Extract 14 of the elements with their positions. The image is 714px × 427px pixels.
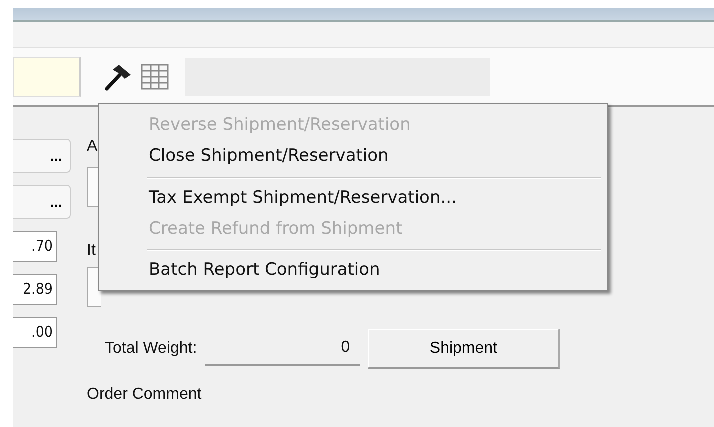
field-label: A: [87, 137, 98, 157]
total-weight-label: Total Weight:: [105, 339, 198, 359]
browse-button[interactable]: ...: [13, 139, 71, 173]
amount-field[interactable]: 2.89: [13, 274, 57, 305]
menu-item[interactable]: Batch Report Configuration: [101, 255, 605, 286]
browse-button[interactable]: ...: [13, 185, 71, 219]
table-icon[interactable]: [141, 64, 169, 90]
menu-item[interactable]: Tax Exempt Shipment/Reservation...: [101, 182, 605, 214]
amount-field[interactable]: .70: [13, 231, 57, 262]
field-label: It: [87, 241, 96, 261]
order-comment-label: Order Comment: [87, 385, 203, 405]
amount-field[interactable]: .00: [13, 317, 57, 348]
shipment-button[interactable]: Shipment: [368, 329, 560, 369]
menu-item[interactable]: Close Shipment/Reservation: [101, 141, 605, 172]
